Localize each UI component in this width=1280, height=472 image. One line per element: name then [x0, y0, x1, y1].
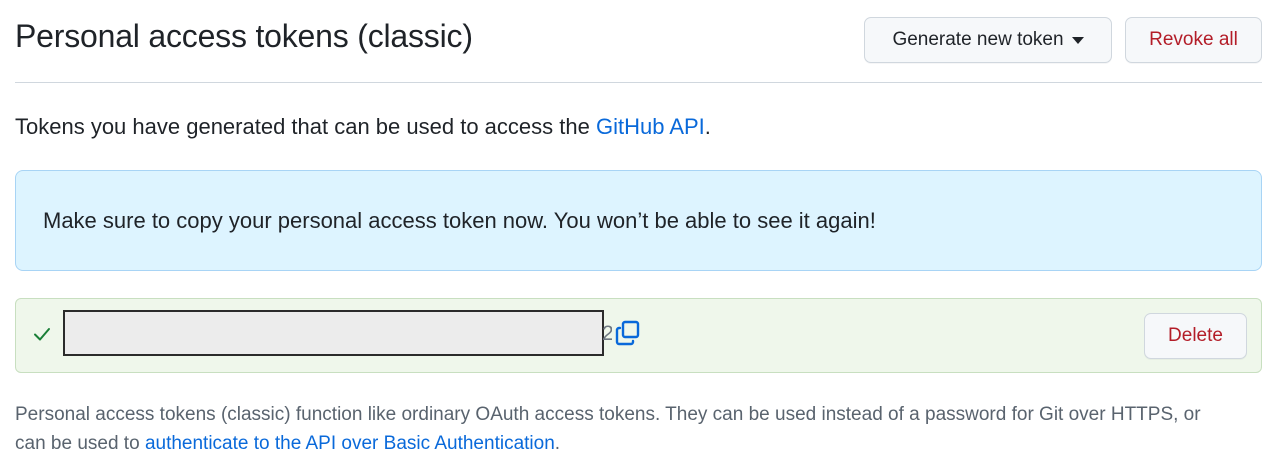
github-api-link[interactable]: GitHub API	[596, 114, 705, 139]
classic-token-note: Personal access tokens (classic) functio…	[15, 400, 1215, 458]
note-text-suffix: .	[554, 433, 561, 454]
page-header: Personal access tokens (classic) Generat…	[15, 0, 1262, 83]
check-icon	[34, 328, 50, 341]
intro-text-prefix: Tokens you have generated that can be us…	[15, 114, 596, 139]
personal-access-tokens-page: Personal access tokens (classic) Generat…	[0, 0, 1280, 472]
caret-down-icon	[1071, 36, 1084, 44]
flash-message: Make sure to copy your personal access t…	[43, 208, 876, 233]
delete-token-button[interactable]: Delete	[1144, 313, 1247, 359]
token-value-redacted[interactable]	[63, 310, 604, 356]
basic-auth-link[interactable]: authenticate to the API over Basic Authe…	[145, 433, 555, 454]
token-value-tail: 2	[602, 322, 612, 345]
new-token-row: 2 Delete	[15, 298, 1262, 373]
intro-text-suffix: .	[704, 114, 711, 139]
intro-text: Tokens you have generated that can be us…	[15, 114, 711, 140]
copy-icon[interactable]	[614, 319, 642, 347]
revoke-all-button[interactable]: Revoke all	[1125, 17, 1262, 63]
page-title: Personal access tokens (classic)	[15, 18, 473, 54]
copy-token-flash-notice: Make sure to copy your personal access t…	[15, 170, 1262, 271]
generate-new-token-button[interactable]: Generate new token	[864, 17, 1112, 63]
generate-new-token-label: Generate new token	[892, 29, 1064, 50]
